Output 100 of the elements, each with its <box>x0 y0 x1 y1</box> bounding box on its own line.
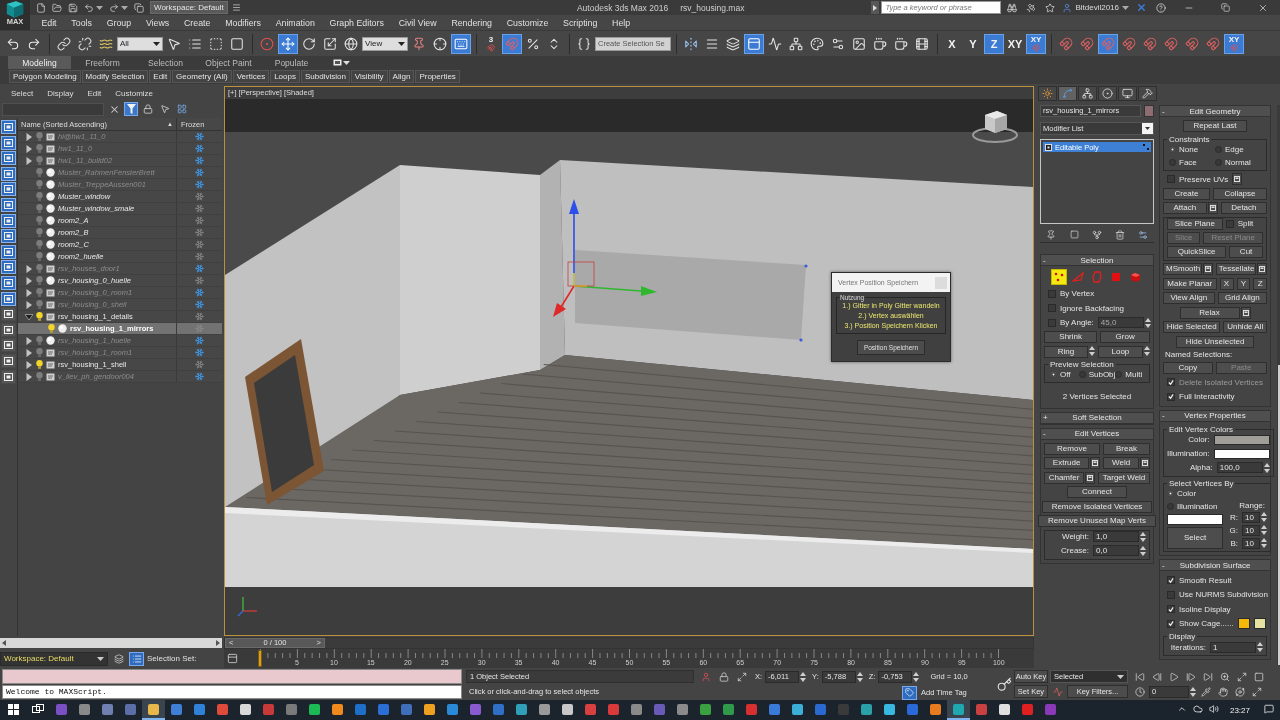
snap-button[interactable]: XY <box>1026 33 1046 54</box>
expand-arrow-icon[interactable] <box>25 348 33 357</box>
snowflake-icon[interactable] <box>195 180 204 189</box>
menu-item[interactable]: Graph Editors <box>322 17 392 28</box>
checkbox[interactable] <box>1167 605 1175 613</box>
panel-tab[interactable] <box>1098 86 1117 101</box>
expand-arrow-icon[interactable] <box>25 360 33 369</box>
checkbox[interactable] <box>1048 318 1056 327</box>
expand-arrow-icon[interactable] <box>25 336 33 345</box>
radio-button[interactable] <box>1167 490 1174 497</box>
menu-item[interactable]: Scripting <box>555 17 605 28</box>
filter-toggle-button[interactable] <box>1 353 16 368</box>
project-folder-button[interactable] <box>132 1 146 14</box>
panel-button[interactable]: Collapse <box>1212 187 1267 200</box>
spinner-arrows-icon[interactable] <box>1088 345 1095 356</box>
ribbon-panel-button[interactable]: Subdivision <box>300 70 350 83</box>
snowflake-icon[interactable] <box>195 192 204 201</box>
toolbar-button[interactable] <box>278 33 298 54</box>
ribbon-panel-button[interactable]: Polygon Modeling <box>9 70 81 83</box>
redo-button[interactable] <box>107 1 130 14</box>
color-swatch[interactable] <box>1237 618 1250 629</box>
spinner-field[interactable]: 10 <box>1242 524 1260 536</box>
menu-item[interactable]: Tools <box>63 17 100 28</box>
panel-button[interactable]: Connect <box>1067 486 1127 498</box>
spinner-arrows-icon[interactable] <box>800 671 807 682</box>
spinner-arrows-icon[interactable] <box>1263 462 1270 473</box>
panel-tab[interactable] <box>1038 86 1057 101</box>
filter-toggle-button[interactable] <box>1 151 16 166</box>
ribbon-panel-button[interactable]: Vertices <box>232 70 270 83</box>
filter-toggle-button[interactable] <box>1 369 16 384</box>
panel-tab[interactable] <box>1118 86 1137 101</box>
menu-item[interactable]: Animation <box>268 17 323 28</box>
expand-arrow-icon[interactable] <box>25 312 33 321</box>
spinner-field[interactable]: 0,0 <box>1093 545 1139 556</box>
pan-button[interactable] <box>1215 684 1230 699</box>
panel-button[interactable]: Break <box>1102 442 1150 455</box>
spinner-field[interactable]: 100,0 <box>1216 462 1263 473</box>
toolbar-dropdown[interactable]: All <box>117 36 163 51</box>
filter-button[interactable] <box>124 102 138 116</box>
panel-button[interactable]: Weld <box>1103 457 1139 469</box>
toolbar-button[interactable] <box>502 33 522 54</box>
menu-item[interactable]: Modifiers <box>217 17 269 28</box>
menu-item[interactable]: Display <box>47 88 74 98</box>
new-file-button[interactable] <box>34 1 48 14</box>
light-bulb-icon[interactable] <box>48 324 55 333</box>
snowflake-icon[interactable] <box>195 288 204 297</box>
expand-arrow-icon[interactable] <box>25 264 33 273</box>
toolbar-button[interactable] <box>744 33 764 54</box>
panel-button[interactable]: Loop <box>1097 345 1143 358</box>
panel-button[interactable]: Chamfer <box>1044 471 1085 484</box>
snowflake-icon[interactable] <box>195 372 204 381</box>
snowflake-icon[interactable] <box>195 348 204 357</box>
ribbon-tab[interactable]: Object Paint <box>197 56 260 69</box>
workspace-dropdown[interactable]: Workspace: Default <box>0 651 108 666</box>
snowflake-icon[interactable] <box>195 336 204 345</box>
spinner-field[interactable]: 1 <box>1210 641 1256 653</box>
toolbar-dropdown[interactable]: View <box>362 36 408 51</box>
spinner-arrows-icon[interactable] <box>856 671 863 682</box>
spinner-arrows-icon[interactable] <box>1261 538 1267 548</box>
toolbar-button[interactable] <box>158 102 172 116</box>
rollout-header[interactable]: + Soft Selection <box>1041 412 1153 424</box>
settings-button[interactable] <box>1207 202 1218 214</box>
time-tag-button[interactable] <box>902 685 917 700</box>
snowflake-icon[interactable] <box>195 228 204 237</box>
lock-button[interactable] <box>141 102 155 116</box>
horizontal-scrollbar[interactable] <box>0 637 222 648</box>
time-configuration-button[interactable] <box>1132 684 1147 699</box>
checkbox[interactable] <box>1167 619 1175 628</box>
menu-item[interactable]: Civil View <box>391 17 444 28</box>
snowflake-icon[interactable] <box>195 252 204 261</box>
panel-button[interactable]: Create <box>1163 187 1210 200</box>
rollout-header[interactable]: - Edit Vertices <box>1041 428 1153 440</box>
filter-toggle-button[interactable] <box>1 182 16 197</box>
filter-toggle-button[interactable] <box>1 291 16 306</box>
panel-button[interactable]: Make Planar <box>1163 277 1217 290</box>
menu-item[interactable]: Select <box>11 88 34 98</box>
panel-button[interactable]: Select <box>1167 527 1223 549</box>
snap-button[interactable]: 3 <box>481 33 501 54</box>
snowflake-icon[interactable] <box>195 156 204 165</box>
orbit-button[interactable] <box>1232 684 1247 699</box>
ribbon-tab[interactable]: Freeform <box>71 56 134 69</box>
snowflake-icon[interactable] <box>195 144 204 153</box>
ribbon-panel-button[interactable]: Visibility <box>350 70 388 83</box>
checkbox[interactable] <box>1167 175 1175 183</box>
spinner-arrows-icon[interactable] <box>1257 642 1263 652</box>
panel-button[interactable]: Slice Plane <box>1167 217 1223 230</box>
expand-arrow-icon[interactable] <box>25 372 33 381</box>
snowflake-icon[interactable] <box>195 360 204 369</box>
toolbar-button[interactable] <box>451 33 471 54</box>
light-bulb-icon[interactable] <box>36 360 43 369</box>
panel-button[interactable]: MSmooth <box>1163 263 1202 275</box>
panel-button[interactable]: Z <box>1253 277 1267 290</box>
spinner-field[interactable]: 1,0 <box>1093 531 1139 542</box>
ribbon-tab[interactable]: Populate <box>260 56 323 69</box>
panel-tab[interactable] <box>1138 86 1157 101</box>
ribbon-panel-button[interactable]: Properties <box>415 70 460 83</box>
filter-toggle-button[interactable] <box>1 229 16 244</box>
panel-button[interactable]: X <box>1219 277 1234 290</box>
radio-button[interactable] <box>1050 371 1057 378</box>
filter-toggle-button[interactable] <box>1 307 16 322</box>
